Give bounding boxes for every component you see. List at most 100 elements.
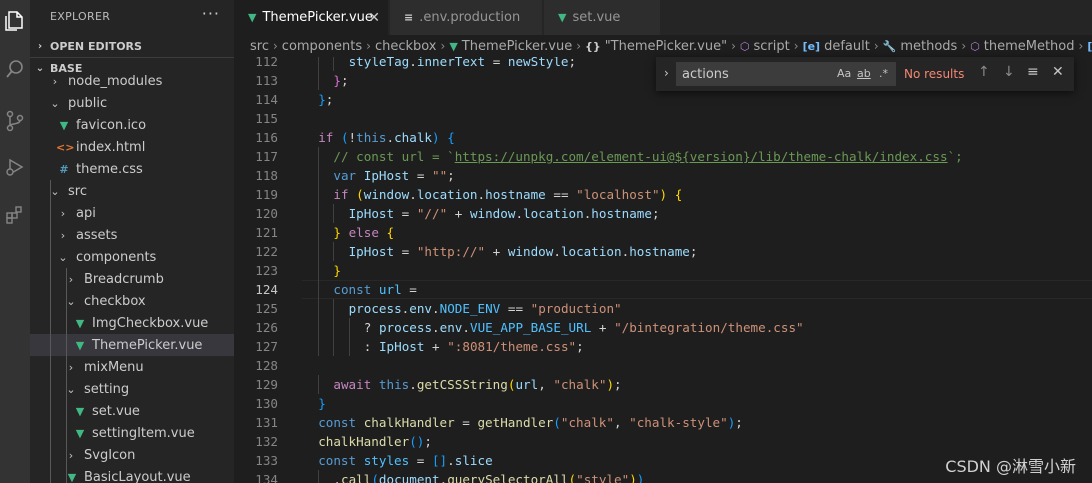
extensions-icon[interactable]: [0, 198, 30, 232]
tree-item[interactable]: ▼ favicon.ico: [30, 114, 234, 136]
tree-item[interactable]: ▼ ImgCheckbox.vue: [30, 312, 234, 334]
code-token: ":8081/theme.css": [447, 339, 577, 354]
open-editors-section[interactable]: › OPEN EDITORS: [30, 35, 234, 57]
indent-guide: [348, 318, 350, 337]
code-text: const styles = [].slice: [318, 451, 492, 470]
breadcrumb-item[interactable]: default: [824, 39, 870, 54]
obj-icon: {}: [585, 39, 601, 53]
breadcrumb-item[interactable]: "ThemePicker.vue": [605, 39, 727, 54]
close-icon[interactable]: ✕: [368, 10, 380, 26]
code-token: getCSSString: [416, 377, 508, 392]
indent-guide: [318, 71, 320, 90]
code-token: "": [431, 168, 448, 183]
code-token: }: [333, 263, 341, 278]
vue-file-icon: ▼: [75, 426, 85, 440]
code-line: 123}: [234, 261, 1092, 280]
tree-item[interactable]: › mixMenu: [30, 356, 234, 378]
tree-item[interactable]: › SvgIcon: [30, 444, 234, 466]
breadcrumb-item[interactable]: components: [282, 39, 362, 54]
run-debug-icon[interactable]: [0, 150, 30, 184]
search-icon[interactable]: [0, 52, 30, 86]
previous-match-icon[interactable]: ↑: [978, 64, 990, 80]
code-token: !: [348, 130, 357, 145]
tree-item[interactable]: ▼ set.vue: [30, 400, 234, 422]
tree-item[interactable]: ▼ settingItem.vue: [30, 422, 234, 444]
indent-guide: [318, 204, 320, 223]
line-number: 117: [255, 149, 278, 164]
match-case-icon[interactable]: Aa: [837, 67, 851, 80]
chevron-right-icon: ›: [52, 74, 58, 88]
tree-item[interactable]: # theme.css: [30, 158, 234, 180]
code-token: ==: [545, 187, 577, 202]
close-find-icon[interactable]: ✕: [1052, 64, 1064, 80]
indent-guide: [333, 204, 335, 223]
code-text: };: [318, 90, 333, 109]
env-file-icon: ≡: [404, 11, 414, 24]
code-token: ;: [735, 415, 743, 430]
tab-label: ThemePicker.vue: [262, 10, 373, 25]
code-token: chalkHandler: [363, 415, 455, 430]
indent-guide: [318, 299, 320, 318]
breadcrumb-item[interactable]: script: [754, 39, 790, 54]
code-token: (: [568, 472, 577, 483]
tree-item[interactable]: ⌄ public: [30, 92, 234, 114]
code-token: IpHost: [348, 244, 395, 259]
next-match-icon[interactable]: ↓: [1003, 64, 1015, 80]
tree-item-label: settingItem.vue: [92, 425, 195, 441]
tree-item[interactable]: › node_modules: [30, 70, 234, 92]
tree-item[interactable]: ⌄ components: [30, 246, 234, 268]
more-actions-icon[interactable]: ···: [202, 4, 220, 23]
find-input[interactable]: actions Aa ab .*: [676, 62, 896, 86]
line-number: 120: [255, 206, 278, 221]
breadcrumb-item[interactable]: checkbox: [375, 39, 437, 54]
code-token: window: [363, 187, 410, 202]
code-token: =: [394, 244, 417, 259]
tree-item[interactable]: › Breadcrumb: [30, 268, 234, 290]
line-number: 132: [255, 434, 278, 449]
tab-themepicker[interactable]: ▼ ThemePicker.vue ✕: [234, 0, 389, 35]
activity-bar: [0, 0, 30, 483]
code-token: window: [469, 206, 516, 221]
tab-env-production[interactable]: ≡ .env.production: [390, 0, 543, 35]
regex-icon[interactable]: .*: [879, 67, 888, 80]
tree-item[interactable]: ▼ ThemePicker.vue: [30, 334, 234, 356]
code-line: 130}: [234, 394, 1092, 413]
breadcrumb-item[interactable]: ThemePicker.vue: [462, 39, 572, 54]
breadcrumb-item[interactable]: src: [250, 39, 269, 54]
find-in-selection-icon[interactable]: ≡: [1027, 64, 1039, 80]
code-token: }: [333, 73, 341, 88]
source-control-icon[interactable]: [0, 104, 30, 138]
code-token: // const url = `: [333, 149, 455, 164]
tree-item[interactable]: ⌄ src: [30, 180, 234, 202]
tab-set-vue[interactable]: ▼ set.vue: [544, 0, 661, 35]
code-editor[interactable]: 112 styleTag.innerText = newStyle; 113}; 11…: [234, 57, 1092, 483]
tree-item[interactable]: ▼ BasicLayout.vue: [30, 466, 234, 483]
chevron-right-icon: ›: [60, 228, 66, 242]
code-token: +: [591, 320, 615, 335]
breadcrumb-item[interactable]: methods: [900, 39, 957, 54]
tree-item[interactable]: › api: [30, 202, 234, 224]
breadcrumb-item[interactable]: themeMethod: [984, 39, 1075, 54]
tree-item[interactable]: <> index.html: [30, 136, 234, 158]
tree-item[interactable]: ⌄ setting: [30, 378, 234, 400]
line-number: 131: [255, 415, 278, 430]
code-line: 127: IpHost + ":8081/theme.css";: [234, 337, 1092, 356]
code-text: const chalkHandler = getHandler("chalk",…: [318, 413, 743, 432]
code-token: `;: [947, 149, 963, 164]
code-token: await: [333, 377, 372, 392]
tree-item-label: setting: [84, 381, 130, 397]
chevron-right-icon: ›: [873, 39, 879, 53]
code-token: [: [431, 453, 440, 468]
toggle-replace-icon[interactable]: ›: [664, 66, 669, 80]
code-token: (: [553, 415, 561, 430]
tree-item-label: set.vue: [92, 403, 140, 419]
tree-item[interactable]: › assets: [30, 224, 234, 246]
code-token: ,: [613, 415, 630, 430]
whole-word-icon[interactable]: ab: [857, 67, 871, 80]
code-token: {: [447, 130, 455, 145]
code-token: .: [333, 472, 341, 483]
explorer-icon[interactable]: [0, 4, 30, 38]
tree-item[interactable]: ⌄ checkbox: [30, 290, 234, 312]
